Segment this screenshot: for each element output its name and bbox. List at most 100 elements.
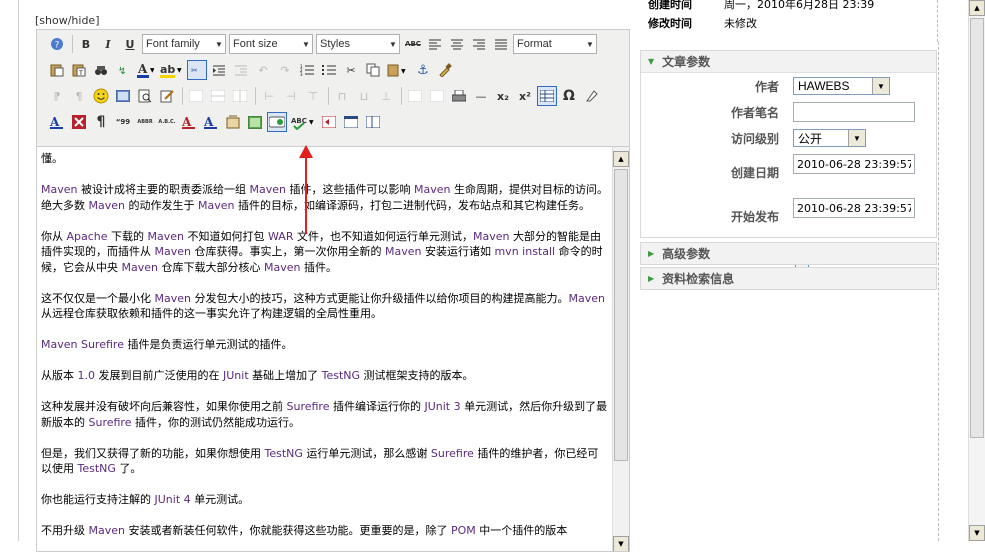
delete-text-icon[interactable]: A <box>179 112 199 132</box>
editor-paragraph[interactable]: Maven 被设计成将主要的职责委派给一组 Maven 插件，这些插件可以影响 … <box>41 182 609 213</box>
align-justify-icon[interactable] <box>491 34 511 54</box>
table-insert-row-icon[interactable] <box>230 86 250 106</box>
align-right-icon[interactable] <box>469 34 489 54</box>
spellchecker-icon[interactable]: ABC ▼ <box>289 112 317 132</box>
page-scroll-thumb[interactable] <box>970 18 984 438</box>
editor-paragraph[interactable]: 不用升级 Maven 安装或者新装任何软件，你就能获得这些功能。更重要的是，除了… <box>41 523 609 539</box>
table-insert-col-icon[interactable]: ⊢ <box>259 86 279 106</box>
indent-icon[interactable] <box>209 60 229 80</box>
author-select[interactable]: HAWEBS ▼ <box>793 77 890 95</box>
font-size-up-icon[interactable]: A <box>47 112 67 132</box>
fullscreen-icon[interactable] <box>341 112 361 132</box>
editor-paragraph[interactable]: 这不仅仅是一个最小化 Maven 分发包大小的技巧，这种方式更能让你升级插件以给… <box>41 291 609 322</box>
article-params-header[interactable]: ▼ 文章参数 <box>641 51 936 73</box>
image-icon[interactable] <box>245 112 265 132</box>
access-level-select[interactable]: 公开 ▼ <box>793 129 866 147</box>
strikethrough-button[interactable]: ABC <box>403 34 423 54</box>
italic-button[interactable]: I <box>98 34 118 54</box>
created-date-input[interactable] <box>793 154 915 174</box>
page-break-icon[interactable] <box>319 112 339 132</box>
outdent-icon[interactable] <box>231 60 251 80</box>
editor-paragraph[interactable]: 你从 Apache 下载的 Maven 不知道如何打包 WAR 文件，也不知道如… <box>41 229 609 276</box>
undo-icon[interactable]: ↶ <box>253 60 273 80</box>
scroll-up-arrow-icon[interactable]: ▲ <box>969 0 985 16</box>
edit-css-icon[interactable] <box>157 86 177 106</box>
copy-icon[interactable] <box>363 60 383 80</box>
align-center-icon[interactable] <box>447 34 467 54</box>
table-split-icon[interactable]: ⊤ <box>303 86 323 106</box>
emotions-icon[interactable] <box>91 86 111 106</box>
keyword-text: Maven <box>197 198 235 212</box>
nonbreaking-icon[interactable] <box>427 86 447 106</box>
rtl-icon[interactable]: ¶ <box>69 86 89 106</box>
editor-paragraph[interactable]: 这种发展并没有破坏向后兼容性，如果你使用之前 Surefire 插件编译运行你的… <box>41 399 609 430</box>
advanced-params-header[interactable]: ▶ 高级参数 <box>641 243 936 264</box>
editor-vertical-scrollbar[interactable]: ▲ ▼ <box>612 147 629 551</box>
editor-paragraph[interactable]: Maven Surefire 插件是负责运行单元测试的插件。 <box>41 337 609 353</box>
ordered-list-icon[interactable]: 123 <box>297 60 317 80</box>
layer-insert-icon[interactable]: ⊓ <box>332 86 352 106</box>
help-icon[interactable]: ? <box>47 34 67 54</box>
acronym-icon[interactable]: A.B.C. <box>157 112 177 132</box>
pilcrow-icon[interactable]: ¶ <box>91 112 111 132</box>
abbreviation-icon[interactable]: ABBR <box>135 112 155 132</box>
scroll-up-arrow-icon[interactable]: ▲ <box>613 151 629 167</box>
replace-icon[interactable]: ↯ <box>113 60 133 80</box>
table-cell-props-icon[interactable] <box>208 86 228 106</box>
show-hide-link[interactable]: [show/hide] <box>35 14 100 27</box>
table-row-props-icon[interactable] <box>186 86 206 106</box>
publish-up-input[interactable] <box>793 198 915 218</box>
underline-button[interactable]: U <box>120 34 140 54</box>
ltr-icon[interactable]: ⁋ <box>47 86 67 106</box>
paste-icon[interactable] <box>47 60 67 80</box>
cleanup-icon[interactable] <box>435 60 455 80</box>
citation-icon[interactable]: “99 <box>113 112 133 132</box>
format-select[interactable]: Format ▼ <box>513 34 597 54</box>
page-vertical-scrollbar[interactable]: ▲ ▼ <box>968 0 985 541</box>
attribs-icon[interactable] <box>223 112 243 132</box>
editor-scroll-thumb[interactable] <box>614 169 628 461</box>
template-icon[interactable] <box>363 112 383 132</box>
cut-icon[interactable]: ✂ <box>341 60 361 80</box>
author-alias-input[interactable] <box>793 102 915 122</box>
special-char-icon[interactable]: Ω <box>559 86 579 106</box>
table-delete-col-icon[interactable]: ⊣ <box>281 86 301 106</box>
redo-icon[interactable]: ↷ <box>275 60 295 80</box>
unordered-list-icon[interactable] <box>319 60 339 80</box>
bold-button[interactable]: B <box>76 34 96 54</box>
remove-format-icon[interactable] <box>581 86 601 106</box>
font-color-icon[interactable]: A ▼ <box>135 60 155 80</box>
editor-paragraph[interactable]: 你也能运行支持注解的 JUnit 4 单元测试。 <box>41 492 609 508</box>
find-icon[interactable] <box>91 60 111 80</box>
insert-code-icon[interactable] <box>267 112 287 132</box>
print-icon[interactable] <box>449 86 469 106</box>
horizontal-rule-icon[interactable]: — <box>471 86 491 106</box>
highlight-color-icon[interactable]: ab ▼ <box>157 60 185 80</box>
visual-aid-icon[interactable] <box>537 86 557 106</box>
align-left-icon[interactable] <box>425 34 445 54</box>
paste-menu-icon[interactable]: ▼ <box>385 60 411 80</box>
media-icon[interactable] <box>113 86 133 106</box>
meta-info-header[interactable]: ▶ 资料检索信息 <box>641 268 936 289</box>
editor-paragraph[interactable]: 懂。 <box>41 151 609 167</box>
subscript-icon[interactable]: x₂ <box>493 86 513 106</box>
scroll-down-arrow-icon[interactable]: ▼ <box>613 536 629 551</box>
styles-select[interactable]: Styles ▼ <box>316 34 400 54</box>
editor-paragraph[interactable]: 但是，我们又获得了新的功能，如果你想使用 TestNG 运行单元测试，那么感谢 … <box>41 446 609 477</box>
no-image-icon[interactable] <box>69 112 89 132</box>
editor-content-area[interactable]: 懂。 Maven 被设计成将主要的职责委派给一组 Maven 插件，这些插件可以影… <box>36 147 630 552</box>
layer-move-icon[interactable]: ⊔ <box>354 86 374 106</box>
preview-icon[interactable] <box>135 86 155 106</box>
editor-paragraph[interactable]: 从版本 1.0 发展到目前广泛使用的在 JUnit 基础上增加了 TestNG … <box>41 368 609 384</box>
anchor-icon[interactable]: ⚓ <box>413 60 433 80</box>
spellcheck-toggle-icon[interactable]: ✂ <box>187 60 207 80</box>
paste-text-icon[interactable]: T <box>69 60 89 80</box>
layer-absolute-icon[interactable]: ⊥ <box>376 86 396 106</box>
editor-content-text[interactable]: 懂。 Maven 被设计成将主要的职责委派给一组 Maven 插件，这些插件可以影… <box>41 151 609 551</box>
styleprops-icon[interactable] <box>405 86 425 106</box>
insert-text-icon[interactable]: A <box>201 112 221 132</box>
font-size-select[interactable]: Font size ▼ <box>229 34 313 54</box>
font-family-select[interactable]: Font family ▼ <box>142 34 226 54</box>
superscript-icon[interactable]: x² <box>515 86 535 106</box>
scroll-down-arrow-icon[interactable]: ▼ <box>969 525 985 541</box>
